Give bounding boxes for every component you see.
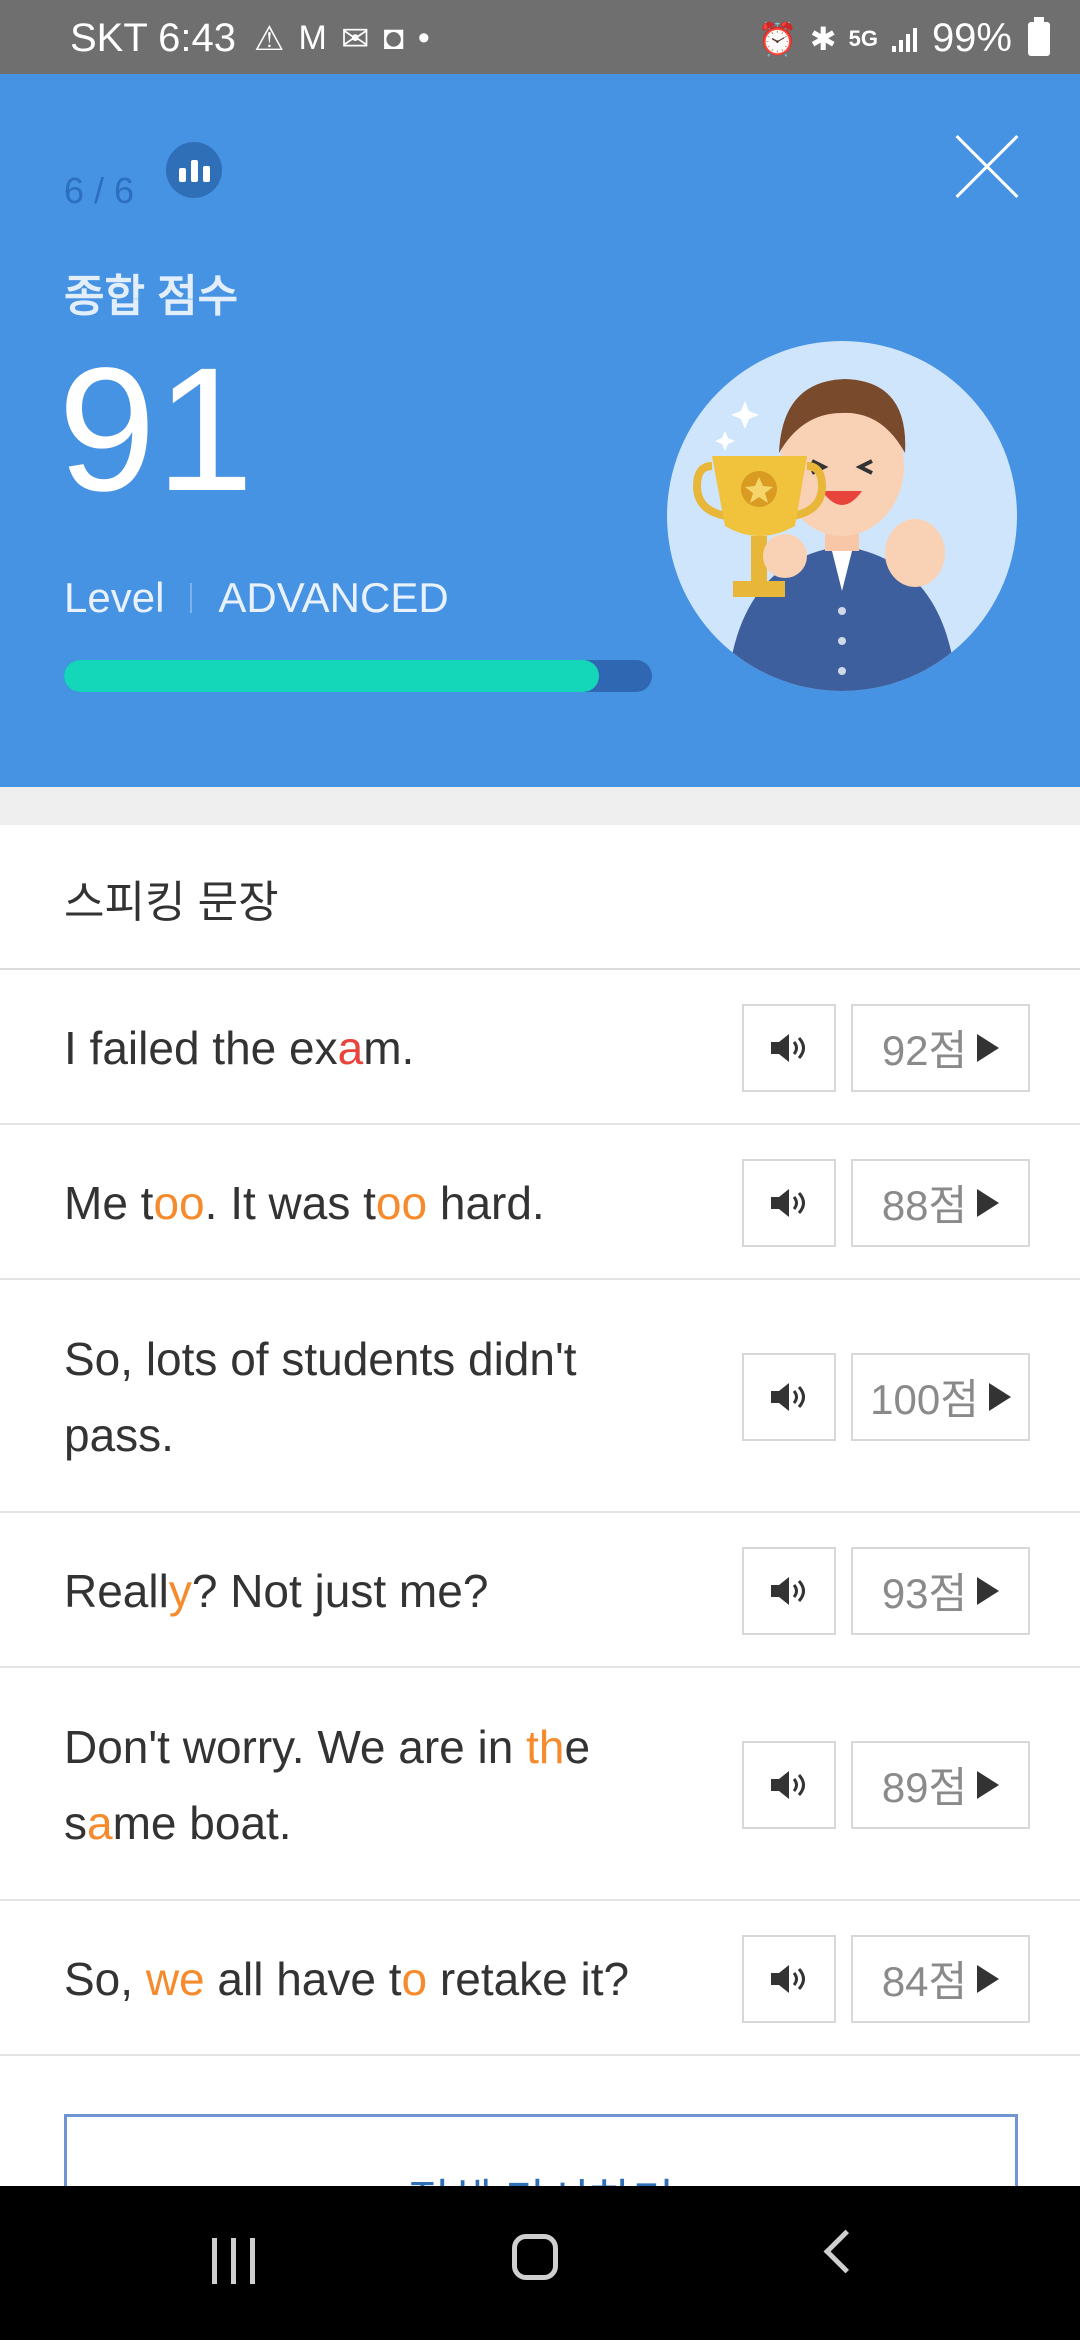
progress-counter: 6 / 6: [64, 170, 135, 211]
play-triangle-icon: [977, 1964, 1000, 1993]
play-triangle-icon: [988, 1382, 1011, 1411]
section-separator: [0, 787, 1080, 825]
speaker-icon: [771, 1188, 805, 1217]
5g-icon: 5G: [848, 25, 878, 51]
sentence-fragment: me boat.: [112, 1796, 292, 1849]
sentence-score: 89점: [881, 1764, 968, 1811]
home-icon[interactable]: [512, 2234, 558, 2280]
level-value: ADVANCED: [218, 574, 449, 621]
sentence-score: 92점: [881, 1027, 968, 1074]
sentence-score: 100점: [870, 1376, 979, 1423]
play-triangle-icon: [977, 1188, 1000, 1217]
sentence-fragment: I failed the ex: [64, 1021, 338, 1074]
sentence-row: So, lots of students didn't pass. 100점: [0, 1280, 1080, 1513]
sentence-text: So, we all have to retake it?: [64, 1941, 664, 2017]
sentence-fragment: So,: [64, 1952, 146, 2005]
sentence-score-button[interactable]: 89점: [851, 1740, 1030, 1829]
battery-icon: [1028, 16, 1050, 56]
sentence-fragment: ? Not just me?: [191, 1564, 489, 1617]
speaker-icon: [771, 1033, 805, 1062]
sentence-score-button[interactable]: 84점: [851, 1934, 1030, 2023]
highlighted-phoneme: oo: [153, 1176, 205, 1229]
sentence-row: I failed the exam. 92점: [0, 970, 1080, 1125]
speaker-icon: [771, 1770, 805, 1799]
score-progress-bar: [64, 660, 652, 692]
stats-icon[interactable]: [166, 142, 222, 198]
navigation-bar: [0, 2186, 1080, 2340]
sentence-text: Don't worry. We are in the same boat.: [64, 1709, 664, 1861]
total-score: 91: [58, 332, 254, 528]
sentence-fragment: m.: [363, 1021, 415, 1074]
signal-icon: [891, 27, 917, 52]
section-title: 스피킹 문장: [64, 878, 279, 927]
highlighted-phoneme: oo: [375, 1176, 428, 1229]
sentence-fragment: hard.: [427, 1176, 545, 1229]
app-notification-icon: ◘: [383, 19, 404, 57]
status-right: ⏰ ✱ 5G 99%: [758, 16, 1050, 61]
speaker-icon: [771, 1964, 805, 1993]
level-row: Level ADVANCED: [64, 574, 449, 622]
sentence-score-button[interactable]: 93점: [851, 1546, 1030, 1635]
play-audio-button[interactable]: [742, 1934, 836, 2023]
alarm-icon: ⏰: [757, 20, 798, 57]
sentence-score: 93점: [881, 1570, 968, 1617]
sentence-row: Don't worry. We are in the same boat. 89점: [0, 1668, 1080, 1901]
sentence-fragment: all have t: [204, 1952, 402, 2005]
sentence-fragment: Me t: [64, 1176, 154, 1229]
level-label: Level: [64, 574, 165, 621]
sentence-score-button[interactable]: 92점: [851, 1003, 1030, 1092]
sentence-text: So, lots of students didn't pass.: [64, 1321, 664, 1473]
sentence-score-button[interactable]: 88점: [851, 1158, 1030, 1247]
sentence-row: Me too. It was too hard. 88점: [0, 1125, 1080, 1280]
play-audio-button[interactable]: [742, 1158, 836, 1247]
sentence-text: I failed the exam.: [64, 1010, 664, 1086]
highlighted-phoneme: o: [401, 1952, 428, 2005]
sentence-score-button[interactable]: 100점: [851, 1352, 1030, 1441]
level-divider: [190, 583, 193, 613]
sentence-fragment: Reall: [64, 1564, 169, 1617]
sentence-score: 88점: [881, 1182, 968, 1229]
sentence-fragment: . It was t: [204, 1176, 376, 1229]
sentence-row: Really? Not just me? 93점: [0, 1513, 1080, 1668]
play-audio-button[interactable]: [742, 1352, 836, 1441]
play-audio-button[interactable]: [742, 1546, 836, 1635]
highlighted-phoneme: a: [87, 1796, 113, 1849]
sentence-text: Me too. It was too hard.: [64, 1165, 664, 1241]
carrier-time: SKT 6:43: [70, 16, 237, 60]
sentence-fragment: retake it?: [427, 1952, 630, 2005]
score-progress-fill: [64, 660, 600, 692]
status-left: SKT 6:43 ⚠ M ✉ ◘ •: [70, 16, 430, 61]
sentence-text: Really? Not just me?: [64, 1553, 664, 1629]
highlighted-phoneme: th: [526, 1720, 565, 1773]
play-audio-button[interactable]: [742, 1003, 836, 1092]
close-button[interactable]: [950, 132, 1020, 202]
gmail-icon: M: [298, 19, 327, 57]
speaker-icon: [771, 1382, 805, 1411]
trophy-character-illustration: [667, 341, 1017, 691]
play-triangle-icon: [977, 1576, 1000, 1605]
sentence-fragment: So, lots of students didn't pass.: [64, 1332, 577, 1461]
warning-icon: ⚠: [254, 19, 285, 58]
score-label: 종합 점수: [64, 272, 239, 321]
highlighted-phoneme: we: [145, 1952, 205, 2005]
highlighted-phoneme: a: [337, 1021, 364, 1074]
score-header: 6 / 6 종합 점수 91 Level ADVANCED: [0, 74, 1080, 787]
play-audio-button[interactable]: [742, 1740, 836, 1829]
mail-icon: ✉: [340, 19, 370, 58]
status-bar: SKT 6:43 ⚠ M ✉ ◘ • ⏰ ✱ 5G 99%: [0, 0, 1080, 74]
play-triangle-icon: [977, 1770, 1000, 1799]
sentence-score: 84점: [881, 1958, 968, 2005]
play-triangle-icon: [977, 1033, 1000, 1062]
more-notifications-icon: •: [417, 19, 430, 57]
sentence-fragment: Don't worry. We are in: [64, 1720, 527, 1773]
bluetooth-icon: ✱: [809, 20, 837, 57]
back-icon[interactable]: [823, 2229, 868, 2274]
highlighted-phoneme: y: [168, 1564, 192, 1617]
battery-percent: 99%: [931, 16, 1012, 60]
sentence-row: So, we all have to retake it? 84점: [0, 1901, 1080, 2056]
speaker-icon: [771, 1576, 805, 1605]
recents-icon[interactable]: [212, 2238, 255, 2284]
